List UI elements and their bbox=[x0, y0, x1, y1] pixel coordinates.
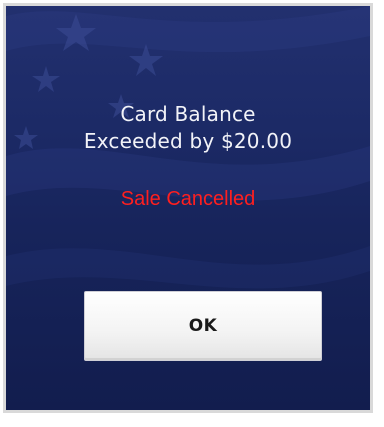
sale-cancelled-status: Sale Cancelled bbox=[120, 188, 256, 210]
message-line-title: Card Balance bbox=[120, 102, 256, 126]
ok-button-label: OK bbox=[188, 316, 218, 336]
message-line-amount: Exceeded by $20.00 bbox=[83, 129, 293, 153]
card-balance-dialog: Card Balance Exceeded by $20.00 Sale Can… bbox=[3, 3, 373, 413]
balance-message: Card Balance Exceeded by $20.00 bbox=[6, 101, 370, 155]
ok-button[interactable]: OK bbox=[84, 291, 322, 361]
